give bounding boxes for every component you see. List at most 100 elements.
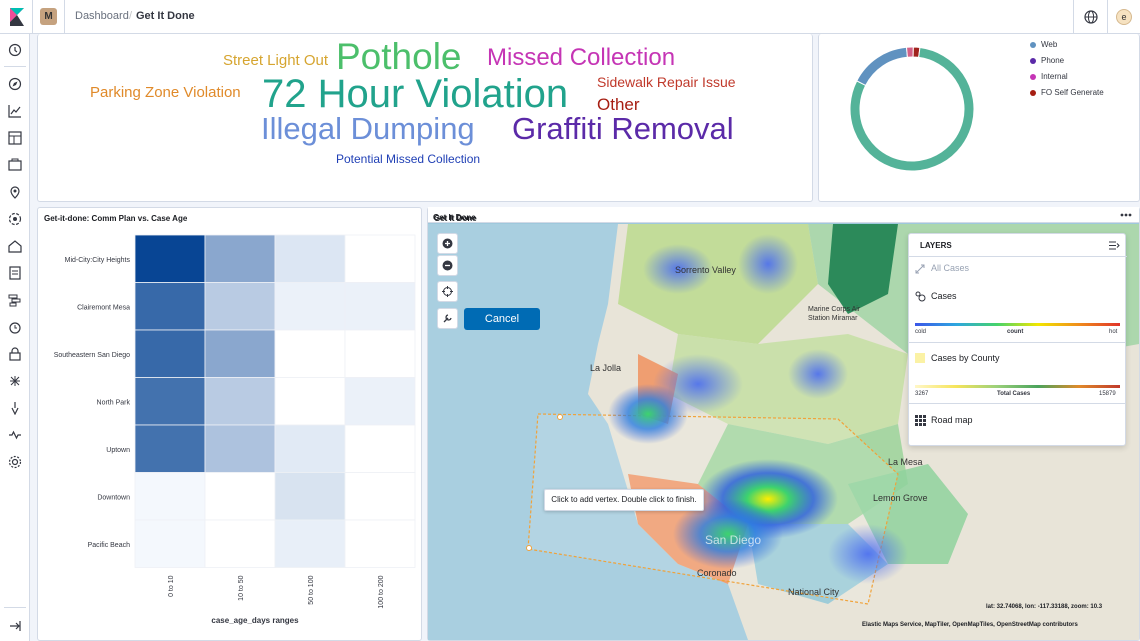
heatmap-cell[interactable]: [344, 234, 416, 283]
dashboard-icon[interactable]: [8, 131, 22, 145]
heatmap-cell[interactable]: [274, 519, 346, 568]
legend-item[interactable]: Web: [1030, 40, 1057, 49]
legend-color-dot: [1030, 73, 1036, 80]
heatmap-cell[interactable]: [134, 234, 206, 283]
collapse-icon[interactable]: [8, 619, 22, 633]
heatmap-cell[interactable]: [274, 282, 346, 331]
layer-item-cases[interactable]: Cases: [931, 291, 957, 301]
county-legend-bar: [915, 385, 1120, 388]
plus-circle-icon: [442, 238, 453, 249]
y-tick-label: Downtown: [97, 494, 130, 501]
heatmap-cell[interactable]: [344, 282, 416, 331]
legend-mid: count: [1007, 329, 1024, 335]
heatmap-cell[interactable]: [204, 377, 276, 426]
tag-word[interactable]: Potential Missed Collection: [336, 153, 480, 165]
stack-monitoring-icon[interactable]: [8, 401, 22, 415]
heatmap-cell[interactable]: [274, 472, 346, 521]
panel-title: Get It Done: [434, 214, 477, 223]
apm-icon[interactable]: [8, 293, 22, 307]
heatmap-chart: Mid-City:City Heights Clairemont Mesa Sout…: [54, 234, 416, 625]
donut-chart[interactable]: [850, 34, 974, 184]
infrastructure-icon[interactable]: [8, 239, 22, 253]
fit-bounds-button[interactable]: [437, 281, 458, 302]
draw-tooltip: Click to add vertex. Double click to fin…: [544, 489, 704, 511]
legend-label: Phone: [1041, 56, 1065, 65]
layer-item-road-map[interactable]: Road map: [931, 415, 973, 425]
heatmap-cell[interactable]: [344, 329, 416, 378]
tag-word[interactable]: Sidewalk Repair Issue: [597, 75, 736, 89]
donut-slice[interactable]: [856, 46, 908, 87]
logs-icon[interactable]: [8, 266, 22, 280]
tag-word[interactable]: Pothole: [336, 38, 462, 75]
heatmap-cell[interactable]: [274, 424, 346, 473]
heatmap-cell[interactable]: [204, 329, 276, 378]
map-attribution[interactable]: Elastic Maps Service, MapTiler, OpenMapT…: [862, 622, 1078, 628]
heatmap-cell[interactable]: [344, 519, 416, 568]
tag-word[interactable]: Street Light Out: [223, 53, 328, 68]
heatmap-cell[interactable]: [134, 424, 206, 473]
visualize-icon[interactable]: [8, 104, 22, 118]
layer-item-all-cases[interactable]: All Cases: [931, 263, 969, 273]
heatmap-cell[interactable]: [274, 234, 346, 283]
heatmap-cell[interactable]: [344, 377, 416, 426]
legend-item[interactable]: Phone: [1030, 56, 1064, 65]
breadcrumb-dashboard[interactable]: Dashboard: [75, 10, 129, 22]
y-tick-label: Southeastern San Diego: [54, 352, 130, 359]
heatmap-cell[interactable]: [344, 424, 416, 473]
top-bar: M Dashboard / Get It Done e: [0, 0, 1140, 34]
y-tick-label: Clairemont Mesa: [77, 304, 130, 311]
heatmap-cell[interactable]: [344, 472, 416, 521]
user-avatar[interactable]: e: [1116, 9, 1132, 25]
y-tick-label: Pacific Beach: [88, 542, 131, 549]
maps-icon[interactable]: [8, 185, 22, 199]
heartbeat-icon[interactable]: [8, 428, 22, 442]
divider: [909, 256, 1127, 257]
draw-tools-button[interactable]: [437, 308, 458, 329]
tag-word[interactable]: 72 Hour Violation: [262, 74, 568, 114]
heatmap-cell[interactable]: [134, 282, 206, 331]
heatmap-cell[interactable]: [274, 377, 346, 426]
recently-viewed-icon[interactable]: [8, 43, 22, 57]
legend-label: Web: [1041, 40, 1058, 49]
legend-item[interactable]: FO Self Generate: [1030, 88, 1104, 97]
heatmap-cell[interactable]: [134, 472, 206, 521]
layer-item-cases-by-county[interactable]: Cases by County: [931, 353, 1000, 363]
heatmap-cell[interactable]: [134, 377, 206, 426]
zoom-in-button[interactable]: [437, 233, 458, 254]
all-cases-layer-icon: [915, 264, 925, 274]
space-avatar[interactable]: M: [40, 8, 57, 25]
zoom-out-button[interactable]: [437, 255, 458, 276]
siem-icon[interactable]: [8, 347, 22, 361]
kibana-logo-icon[interactable]: [8, 8, 26, 26]
dev-tools-icon[interactable]: [8, 374, 22, 388]
heatmap-cell[interactable]: [204, 519, 276, 568]
cancel-button[interactable]: Cancel: [464, 308, 540, 330]
discover-icon[interactable]: [8, 77, 22, 91]
canvas-icon[interactable]: [8, 158, 22, 172]
legend-item[interactable]: Internal: [1030, 72, 1068, 81]
tag-word[interactable]: Parking Zone Violation: [90, 85, 241, 100]
ellipsis-icon[interactable]: [1119, 210, 1133, 220]
donut-slice[interactable]: [905, 46, 914, 58]
heatmap-cell[interactable]: [204, 472, 276, 521]
tag-word[interactable]: Graffiti Removal: [512, 113, 734, 144]
heatmap-cell[interactable]: [274, 329, 346, 378]
help-globe-icon[interactable]: [1084, 10, 1098, 24]
ml-icon[interactable]: [8, 212, 22, 226]
legend-max: hot: [1109, 329, 1118, 335]
management-icon[interactable]: [8, 455, 22, 469]
heatmap-cell[interactable]: [134, 329, 206, 378]
tag-word[interactable]: Illegal Dumping: [261, 113, 475, 144]
heatmap-cell[interactable]: [204, 282, 276, 331]
uptime-icon[interactable]: [8, 320, 22, 334]
header-divider: [32, 0, 33, 34]
tag-word[interactable]: Missed Collection: [487, 46, 675, 70]
legend-max: 15879: [1099, 391, 1116, 397]
map-label: Lemon Grove: [873, 493, 928, 503]
heatmap-cell[interactable]: [204, 234, 276, 283]
heatmap-cell[interactable]: [204, 424, 276, 473]
legend-color-dot: [1030, 57, 1036, 64]
header-divider: [1107, 0, 1108, 34]
collapse-layers-icon[interactable]: [1109, 241, 1120, 250]
heatmap-cell[interactable]: [134, 519, 206, 568]
